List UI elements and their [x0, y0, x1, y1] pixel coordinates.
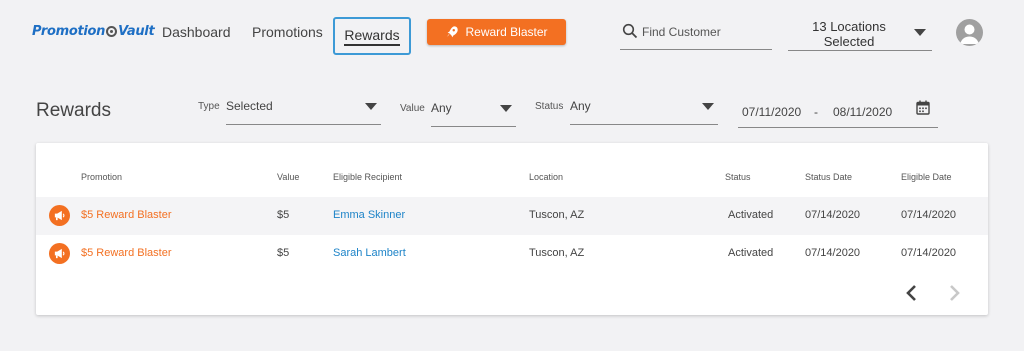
nav-promotions[interactable]: Promotions	[252, 24, 323, 40]
eligible-date-cell: 07/14/2020	[901, 209, 957, 221]
top-navigation: Promotion Vault Dashboard Promotions Rew…	[0, 0, 1024, 64]
calendar-icon[interactable]	[916, 100, 930, 115]
value-filter-value: Any	[431, 101, 452, 115]
megaphone-glyph-icon	[54, 210, 65, 221]
status-cell: Activated	[728, 209, 774, 221]
logo-text-part1: Promotion	[32, 24, 106, 39]
user-avatar-icon[interactable]	[956, 19, 983, 46]
status-date-cell: 07/14/2020	[805, 247, 861, 259]
recipient-link[interactable]: Emma Skinner	[333, 209, 405, 221]
chevron-left-icon[interactable]	[902, 283, 922, 303]
find-customer-input[interactable]	[642, 25, 770, 39]
reward-blaster-label: Reward Blaster	[465, 25, 548, 39]
column-header-location[interactable]: Location	[529, 172, 563, 182]
find-customer-search[interactable]	[620, 20, 772, 50]
location-cell: Tuscon, AZ	[529, 209, 585, 221]
location-cell: Tuscon, AZ	[529, 247, 585, 259]
value-filter-label: Value	[400, 103, 425, 114]
megaphone-glyph-icon	[54, 248, 65, 259]
date-range-picker[interactable]: 07/11/2020 - 08/11/2020	[738, 96, 938, 128]
column-header-eligible-recipient[interactable]: Eligible Recipient	[333, 172, 402, 182]
search-icon	[622, 23, 638, 39]
rewards-table-card: Promotion Value Eligible Recipient Locat…	[36, 143, 988, 315]
reward-blaster-button[interactable]: Reward Blaster	[427, 19, 566, 45]
nav-rewards-active[interactable]: Rewards	[333, 17, 411, 55]
value-filter-select[interactable]: Any	[431, 98, 516, 127]
value-cell: $5	[277, 247, 290, 259]
rocket-icon	[447, 26, 459, 38]
chevron-down-icon	[702, 103, 714, 110]
promotion-link[interactable]: $5 Reward Blaster	[81, 209, 172, 221]
promotion-vault-logo[interactable]: Promotion Vault	[32, 24, 155, 39]
promotion-link[interactable]: $5 Reward Blaster	[81, 247, 172, 259]
chevron-down-icon	[500, 105, 512, 112]
locations-selector[interactable]: 13 Locations Selected	[788, 18, 932, 51]
locations-count: 13 Locations	[812, 19, 886, 34]
eligible-date-cell: 07/14/2020	[901, 247, 957, 259]
chevron-right-icon[interactable]	[944, 283, 964, 303]
status-filter-label: Status	[535, 101, 564, 112]
status-cell: Activated	[728, 247, 774, 259]
date-separator: -	[814, 105, 818, 119]
logo-text-part2: Vault	[118, 24, 155, 39]
date-from[interactable]: 07/11/2020	[742, 105, 801, 119]
nav-dashboard[interactable]: Dashboard	[162, 24, 231, 40]
date-to[interactable]: 08/11/2020	[833, 105, 892, 119]
column-header-eligible-date[interactable]: Eligible Date	[901, 172, 952, 182]
table-row[interactable]: $5 Reward Blaster $5 Emma Skinner Tuscon…	[36, 197, 988, 235]
table-row[interactable]: $5 Reward Blaster $5 Sarah Lambert Tusco…	[36, 235, 988, 273]
status-filter-value: Any	[570, 99, 591, 113]
avatar-silhouette-icon	[960, 24, 979, 44]
status-date-cell: 07/14/2020	[805, 209, 861, 221]
locations-selected-label: Selected	[823, 34, 875, 49]
megaphone-icon	[49, 243, 70, 264]
column-header-status[interactable]: Status	[725, 172, 751, 182]
status-filter-select[interactable]: Any	[570, 96, 718, 125]
column-header-promotion[interactable]: Promotion	[81, 172, 122, 182]
recipient-link[interactable]: Sarah Lambert	[333, 247, 406, 259]
type-filter-label: Type	[198, 101, 220, 112]
chevron-down-icon	[914, 29, 926, 36]
page-title: Rewards	[36, 100, 111, 121]
megaphone-icon	[49, 205, 70, 226]
chevron-down-icon	[365, 103, 377, 110]
type-filter-value: Selected	[226, 99, 273, 113]
type-filter-select[interactable]: Selected	[226, 96, 381, 125]
locations-selector-text: 13 Locations Selected	[788, 19, 910, 49]
value-cell: $5	[277, 209, 290, 221]
column-header-value[interactable]: Value	[277, 172, 299, 182]
logo-vault-dial-icon	[106, 26, 118, 37]
column-header-status-date[interactable]: Status Date	[805, 172, 852, 182]
nav-rewards-label: Rewards	[344, 27, 400, 46]
